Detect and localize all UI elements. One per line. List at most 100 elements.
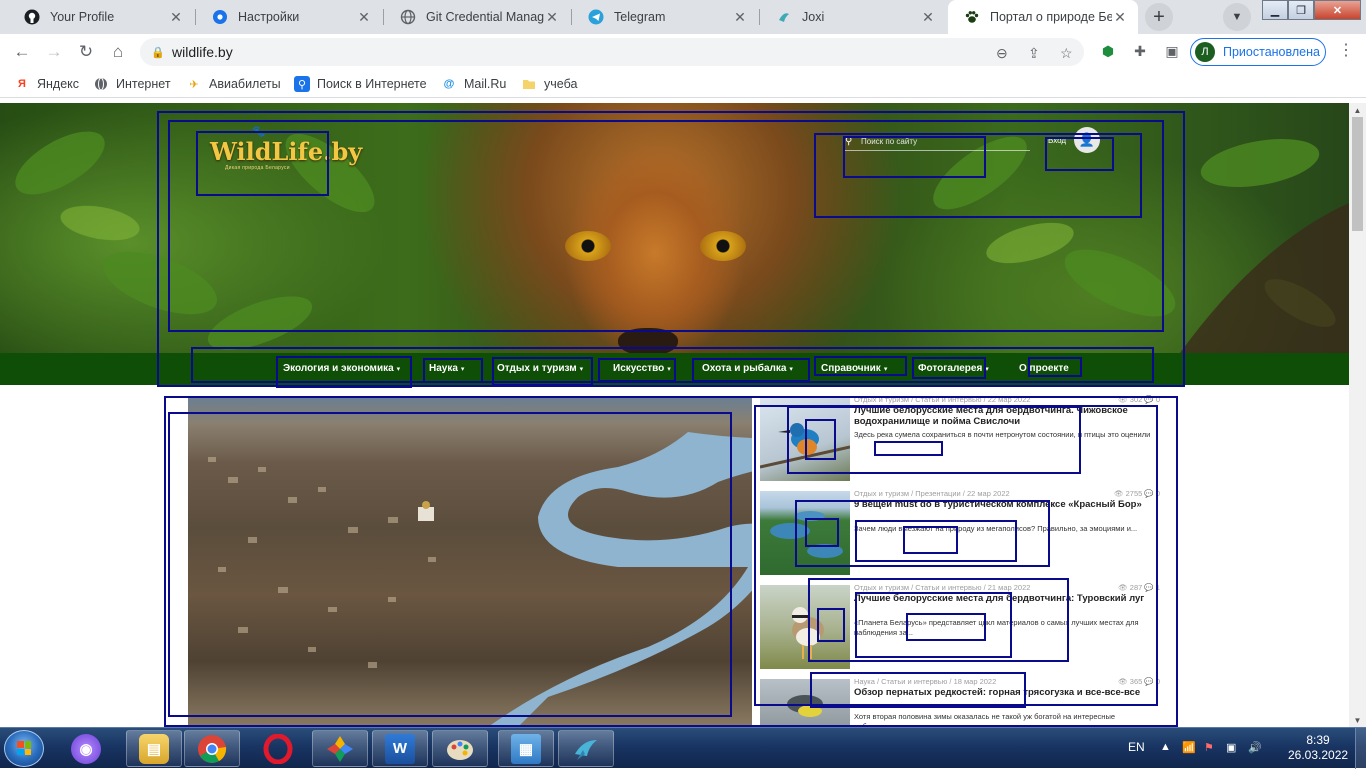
forward-button[interactable]: → xyxy=(42,40,66,64)
article-title[interactable]: Лучшие белорусские места для бердвотчинг… xyxy=(854,405,1154,427)
article-thumbnail[interactable] xyxy=(760,679,850,727)
yandex-icon: Я xyxy=(18,78,26,90)
extension-icon[interactable]: ⬢ xyxy=(1097,40,1119,62)
file-explorer-icon: ▤ xyxy=(139,733,169,764)
nav-tourism[interactable]: Отдых и туризм ▾ xyxy=(497,363,583,374)
bookmark-ucheba[interactable]: учеба xyxy=(521,76,577,92)
tab-git-credential-manager[interactable]: Git Credential Manager ✕ xyxy=(384,0,570,34)
chevron-down-icon: ▾ xyxy=(460,366,465,373)
site-search[interactable]: ⚲ xyxy=(845,133,1030,151)
featured-image[interactable] xyxy=(188,397,752,727)
logo-subtitle: Дикая природа Беларуси xyxy=(225,165,290,171)
article-card[interactable]: Отдых и туризм / Презентации / 22 мар 20… xyxy=(760,489,1160,577)
file-explorer-button[interactable]: ▤ xyxy=(126,730,182,767)
device-icon[interactable]: ▣ xyxy=(1226,741,1236,754)
maximize-window-button[interactable]: ❐ xyxy=(1288,0,1314,20)
control-panel-button[interactable]: ▦ xyxy=(498,730,554,767)
article-card[interactable]: Наука / Статьи и интервью / 18 мар 2022 … xyxy=(760,677,1160,727)
close-tab-icon[interactable]: ✕ xyxy=(168,9,184,26)
nav-ecology[interactable]: Экология и экономика ▾ xyxy=(283,363,400,374)
language-indicator[interactable]: EN xyxy=(1128,740,1145,754)
nav-reference[interactable]: Справочник ▾ xyxy=(821,363,887,374)
close-tab-icon[interactable]: ✕ xyxy=(920,9,936,26)
site-search-input[interactable] xyxy=(861,137,1021,146)
search-icon: ⚲ xyxy=(845,136,853,147)
profile-button[interactable]: Л Приостановлена xyxy=(1190,38,1326,66)
browser-tab-strip: Your Profile ✕ Настройки ✕ Git Credentia… xyxy=(0,0,1366,34)
login-link[interactable]: Вход xyxy=(1048,136,1066,145)
opera-app-button[interactable] xyxy=(250,730,306,767)
nav-hunting[interactable]: Охота и рыбалка ▾ xyxy=(702,363,793,374)
article-thumbnail[interactable] xyxy=(760,491,850,575)
minimize-window-button[interactable]: ▁ xyxy=(1262,0,1288,20)
close-tab-icon[interactable]: ✕ xyxy=(544,9,560,26)
bookmark-search[interactable]: ⚲ Поиск в Интернете xyxy=(294,76,427,92)
tab-wildlife-portal[interactable]: Портал о природе Беларуси ✕ xyxy=(948,0,1138,34)
lock-icon[interactable]: 🔒 xyxy=(144,46,172,59)
bookmark-yandex[interactable]: Я Яндекс xyxy=(14,76,79,92)
tab-search-button[interactable]: ▼ xyxy=(1223,3,1251,31)
address-bar[interactable]: 🔒 wildlife.by ⊖ ⇪ ☆ xyxy=(140,38,1084,66)
tab-telegram[interactable]: Telegram ✕ xyxy=(572,0,758,34)
nav-science[interactable]: Наука ▾ xyxy=(429,363,464,374)
site-logo[interactable]: 🐾 WildLife.by Дикая природа Беларуси xyxy=(205,123,362,181)
action-center-icon[interactable]: ⚑ xyxy=(1204,741,1214,754)
tray-expand-icon[interactable]: ▲ xyxy=(1160,741,1171,753)
article-thumbnail[interactable] xyxy=(760,397,850,481)
scroll-up-icon[interactable]: ▲ xyxy=(1349,103,1366,117)
tab-settings[interactable]: Настройки ✕ xyxy=(196,0,382,34)
tab-your-profile[interactable]: Your Profile ✕ xyxy=(8,0,194,34)
folder-icon xyxy=(521,76,537,92)
show-desktop-button[interactable] xyxy=(1355,728,1366,769)
start-button[interactable] xyxy=(4,730,44,767)
back-button[interactable]: ← xyxy=(10,40,34,64)
article-title[interactable]: Обзор пернатых редкостей: горная трясогу… xyxy=(854,687,1154,698)
close-tab-icon[interactable]: ✕ xyxy=(1112,9,1128,26)
article-title[interactable]: 9 вещей must do в туристическом комплекс… xyxy=(854,499,1154,510)
alice-app-button[interactable]: ◉ xyxy=(58,730,114,767)
browser-menu-icon[interactable]: ⋮ xyxy=(1338,40,1354,60)
share-icon[interactable]: ⇪ xyxy=(1028,45,1040,62)
word-app-button[interactable]: W xyxy=(372,730,428,767)
bookmark-label: Авиабилеты xyxy=(209,77,281,91)
chevron-down-icon: ▾ xyxy=(883,366,888,373)
comment-icon: 💬 xyxy=(1144,489,1154,498)
bookmark-label: Поиск в Интернете xyxy=(317,77,427,91)
article-thumbnail[interactable] xyxy=(760,585,850,669)
paint-app-button[interactable] xyxy=(432,730,488,767)
tab-title: Настройки xyxy=(238,10,300,24)
bookmark-aviabilety[interactable]: ✈ Авиабилеты xyxy=(186,76,281,92)
reload-button[interactable]: ↻ xyxy=(74,40,98,64)
bookmark-internet[interactable]: Интернет xyxy=(93,76,171,92)
page-scrollbar[interactable]: ▲ ▼ xyxy=(1349,103,1366,727)
signal-icon[interactable]: 📶 xyxy=(1182,741,1196,754)
zoom-icon[interactable]: ⊖ xyxy=(996,45,1008,62)
user-avatar-icon[interactable]: 👤 xyxy=(1074,127,1100,153)
close-window-button[interactable]: ✕ xyxy=(1314,0,1361,20)
scrollbar-thumb[interactable] xyxy=(1352,117,1363,231)
extensions-puzzle-icon[interactable]: ✚ xyxy=(1129,40,1151,62)
windows-taskbar: ◉ ▤ W ▦ EN ▲ 📶 ⚑ ▣ 🔊 8:39 26.03.2022 xyxy=(0,727,1366,769)
article-card[interactable]: Отдых и туризм / Статьи и интервью / 22 … xyxy=(760,395,1160,483)
nav-art[interactable]: Искусство ▾ xyxy=(613,363,671,374)
close-tab-icon[interactable]: ✕ xyxy=(356,9,372,26)
volume-icon[interactable]: 🔊 xyxy=(1248,741,1262,754)
nav-about[interactable]: О проекте xyxy=(1019,363,1069,374)
close-tab-icon[interactable]: ✕ xyxy=(732,9,748,26)
article-title[interactable]: Лучшие белорусские места для бердвотчинг… xyxy=(854,593,1154,604)
url-text[interactable]: wildlife.by xyxy=(172,44,233,60)
bird-app-button[interactable] xyxy=(558,730,614,767)
tab-joxi[interactable]: Joxi ✕ xyxy=(760,0,946,34)
bookmark-mailru[interactable]: @ Mail.Ru xyxy=(441,76,507,92)
nav-gallery[interactable]: Фотогалерея ▾ xyxy=(918,363,989,374)
side-panel-icon[interactable]: ▣ xyxy=(1161,40,1183,62)
chrome-app-button[interactable] xyxy=(184,730,240,767)
home-button[interactable]: ⌂ xyxy=(106,40,130,64)
color-picker-button[interactable] xyxy=(312,730,368,767)
scroll-down-icon[interactable]: ▼ xyxy=(1349,713,1366,727)
comment-icon: 💬 xyxy=(1144,583,1154,592)
clock[interactable]: 8:39 26.03.2022 xyxy=(1288,733,1348,763)
new-tab-button[interactable]: + xyxy=(1145,3,1173,31)
article-card[interactable]: Отдых и туризм / Статьи и интервью / 21 … xyxy=(760,583,1160,671)
bookmark-star-icon[interactable]: ☆ xyxy=(1060,45,1073,62)
